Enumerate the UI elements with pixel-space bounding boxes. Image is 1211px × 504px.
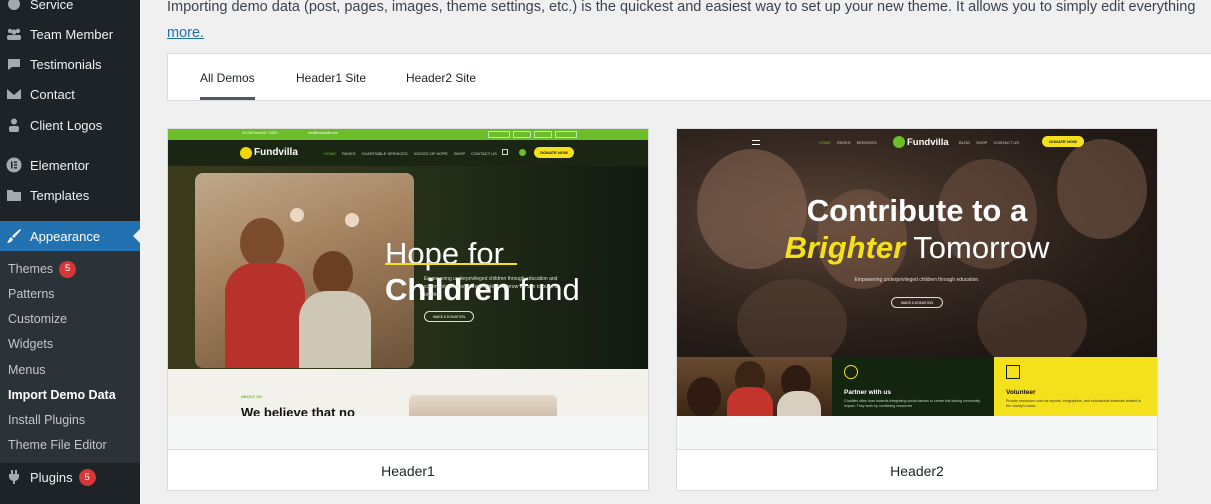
preview-topbar: 24 Old Road,NY 10001 info@example.com (168, 129, 648, 140)
preview-nav-left: HOME PAGES SERVICES (819, 140, 877, 145)
appearance-submenu: Themes 5 Patterns Customize Widgets Menu… (0, 251, 140, 463)
preview-social-link (555, 131, 577, 138)
update-count-badge: 5 (59, 260, 77, 278)
update-count-badge: 5 (78, 468, 96, 486)
tab-header2-site[interactable]: Header2 Site (406, 71, 476, 85)
submenu-item-menus[interactable]: Menus (8, 360, 46, 380)
preview-donate-button: DONATE NOW (534, 147, 574, 158)
fundvilla-logo-icon (240, 147, 252, 159)
preview-donate-button: DONATE NOW (1042, 136, 1084, 147)
team-icon (6, 26, 22, 42)
contact-icon (6, 86, 22, 102)
read-more-link[interactable]: more. (167, 20, 1211, 46)
fundvilla-logo-icon (893, 136, 905, 148)
volunteer-block: Volunteer Provide resources such as repo… (994, 357, 1157, 416)
preview-social-link (513, 131, 531, 138)
service-icon (6, 0, 22, 12)
sidebar-item-label: Service (30, 0, 74, 12)
sidebar-item-label: Appearance (30, 228, 101, 244)
admin-sidebar: Service Team Member Testimonials Contact… (0, 0, 140, 504)
preview-headline-line2: Brighter Tomorrow (784, 230, 1050, 265)
headline-underline (385, 263, 517, 265)
hamburger-icon (752, 140, 760, 145)
children-photo (195, 173, 414, 368)
partner-block: Partner with us Charities often lean tow… (832, 357, 994, 416)
demo-card-header1[interactable]: 24 Old Road,NY 10001 info@example.com Fu… (167, 128, 649, 491)
preview-logo-text: Fundvilla (907, 137, 949, 148)
preview-headline-line1: Contribute to a (806, 193, 1028, 228)
preview-social-link (534, 131, 552, 138)
preview-about-section: ABOUT US We believe that no (168, 369, 648, 416)
preview-social-link (488, 131, 510, 138)
cart-icon (502, 149, 508, 155)
preview-donation-button: MAKE A DONATION (424, 311, 474, 322)
preview-nav-right: BLOG SHOP CONTACT US (959, 140, 1020, 145)
sidebar-item-appearance[interactable]: Appearance (0, 221, 140, 251)
sidebar-item-label: Templates (30, 187, 90, 203)
demo-preview-image[interactable]: 24 Old Road,NY 10001 info@example.com Fu… (168, 129, 648, 416)
demo-preview-image[interactable]: HOME PAGES SERVICES Fundvilla BLOG SHOP … (677, 129, 1157, 416)
tab-header1-site[interactable]: Header1 Site (296, 71, 366, 85)
demo-title: Header2 (677, 449, 1157, 490)
testimonials-icon (6, 56, 22, 72)
sidebar-item-testimonials[interactable]: Testimonials (0, 49, 140, 79)
sidebar-item-contact[interactable]: Contact (0, 79, 140, 109)
brush-icon (6, 228, 22, 244)
preview-hero: Hope for Children fund (168, 166, 648, 369)
phone-icon (519, 149, 526, 156)
preview-logo-text: Fundvilla (254, 147, 298, 158)
sidebar-item-client-logos[interactable]: Client Logos (0, 110, 140, 140)
submenu-item-install-plugins[interactable]: Install Plugins (8, 410, 85, 430)
preview-donation-button: MAKE A DONATION (891, 297, 943, 308)
sidebar-item-label: Elementor (30, 157, 90, 173)
preview-hero: HOME PAGES SERVICES Fundvilla BLOG SHOP … (677, 129, 1157, 369)
sidebar-item-label: Plugins (30, 469, 73, 485)
submenu-item-theme-file-editor[interactable]: Theme File Editor (8, 435, 107, 455)
sidebar-item-templates[interactable]: Templates (0, 180, 140, 210)
preview-navbar: Fundvilla HOME PAGES CHARITABLE SERVICES… (168, 140, 648, 166)
partner-icon (844, 365, 858, 379)
folder-icon (6, 187, 22, 203)
sidebar-item-label: Testimonials (30, 56, 102, 72)
preview-feature-strip: Partner with us Charities often lean tow… (677, 357, 1157, 416)
preview-nav-links: HOME PAGES CHARITABLE SERVICES VOICES OF… (324, 151, 497, 156)
submenu-item-patterns[interactable]: Patterns (8, 284, 55, 304)
submenu-item-customize[interactable]: Customize (8, 309, 67, 329)
intro-text: Importing demo data (post, pages, images… (167, 0, 1211, 46)
submenu-item-themes[interactable]: Themes 5 (8, 259, 77, 279)
sidebar-item-label: Team Member (30, 26, 114, 42)
submenu-item-import-demo-data[interactable]: Import Demo Data (8, 385, 116, 405)
tab-all-demos[interactable]: All Demos (200, 71, 255, 100)
preview-subtext: Empowering underprivileged children thro… (854, 277, 980, 283)
demo-title: Header1 (168, 449, 648, 490)
sidebar-item-plugins[interactable]: Plugins 5 (0, 462, 140, 492)
demo-card-header2[interactable]: HOME PAGES SERVICES Fundvilla BLOG SHOP … (676, 128, 1158, 491)
sidebar-item-service[interactable]: Service (0, 0, 140, 19)
preview-subtext: Empowering underprivileged children thro… (424, 276, 558, 298)
intro-paragraph: Importing demo data (post, pages, images… (167, 0, 1196, 15)
about-photo (409, 395, 557, 416)
volunteer-icon (1006, 365, 1020, 379)
sidebar-item-label: Client Logos (30, 117, 103, 133)
plugin-icon (6, 469, 22, 485)
submenu-item-widgets[interactable]: Widgets (8, 334, 53, 354)
kids-photo (677, 357, 832, 416)
demo-filter-tabs: All Demos Header1 Site Header2 Site (167, 53, 1211, 101)
sidebar-item-elementor[interactable]: Elementor (0, 150, 140, 180)
elementor-icon (6, 157, 22, 173)
preview-navbar: HOME PAGES SERVICES Fundvilla BLOG SHOP … (677, 135, 1157, 151)
sidebar-item-team-member[interactable]: Team Member (0, 19, 140, 49)
sidebar-item-label: Contact (30, 86, 75, 102)
client-logos-icon (6, 117, 22, 133)
